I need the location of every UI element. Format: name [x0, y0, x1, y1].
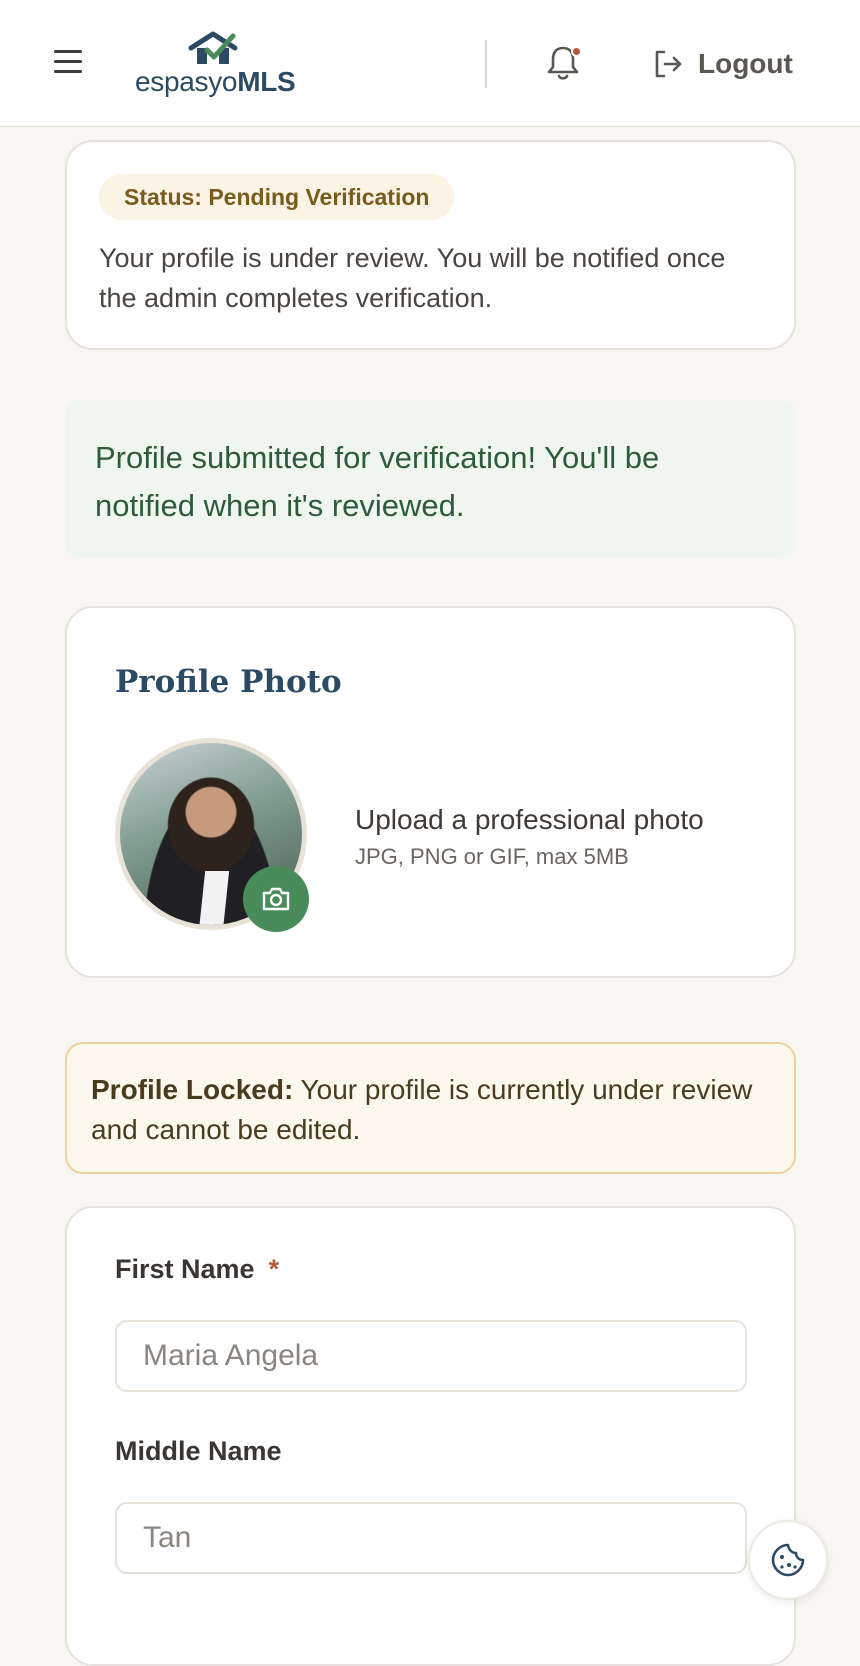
upload-title: Upload a professional photo — [355, 804, 704, 835]
middle-name-label: Middle Name — [115, 1436, 282, 1466]
logo-text: espasyoMLS — [135, 66, 296, 97]
camera-icon — [262, 887, 290, 911]
status-card: Status: Pending Verification Your profil… — [65, 140, 796, 350]
profile-locked-banner: Profile Locked: Your profile is currentl… — [65, 1042, 796, 1174]
profile-photo-title: Profile Photo — [115, 664, 342, 700]
profile-photo-card: Profile Photo Upload a professional phot… — [65, 606, 796, 978]
profile-form-card: First Name * Maria Angela Middle Name Tan — [65, 1206, 796, 1666]
status-badge: Status: Pending Verification — [99, 174, 455, 220]
top-header: espasyoMLS Logout — [0, 0, 860, 127]
cookie-icon — [771, 1543, 805, 1577]
menu-icon[interactable] — [54, 50, 82, 76]
lock-banner-title: Profile Locked: — [91, 1074, 294, 1105]
logout-button[interactable]: Logout — [652, 42, 793, 86]
house-check-icon — [188, 31, 238, 64]
notification-badge — [571, 46, 582, 57]
logout-icon — [655, 50, 682, 78]
cookie-settings-button[interactable] — [748, 1520, 828, 1600]
change-photo-button[interactable] — [243, 866, 309, 932]
espasyo-logo[interactable]: espasyoMLS — [135, 30, 305, 100]
notifications-button[interactable] — [546, 44, 582, 84]
required-marker: * — [268, 1254, 280, 1284]
success-alert: Profile submitted for verification! You'… — [65, 400, 796, 558]
first-name-input[interactable]: Maria Angela — [115, 1320, 747, 1392]
header-divider — [485, 40, 487, 88]
logout-label: Logout — [698, 48, 793, 79]
upload-hint: JPG, PNG or GIF, max 5MB — [355, 844, 629, 869]
first-name-label: First Name * — [115, 1254, 280, 1284]
middle-name-input[interactable]: Tan — [115, 1502, 747, 1574]
status-message: Your profile is under review. You will b… — [99, 243, 726, 313]
